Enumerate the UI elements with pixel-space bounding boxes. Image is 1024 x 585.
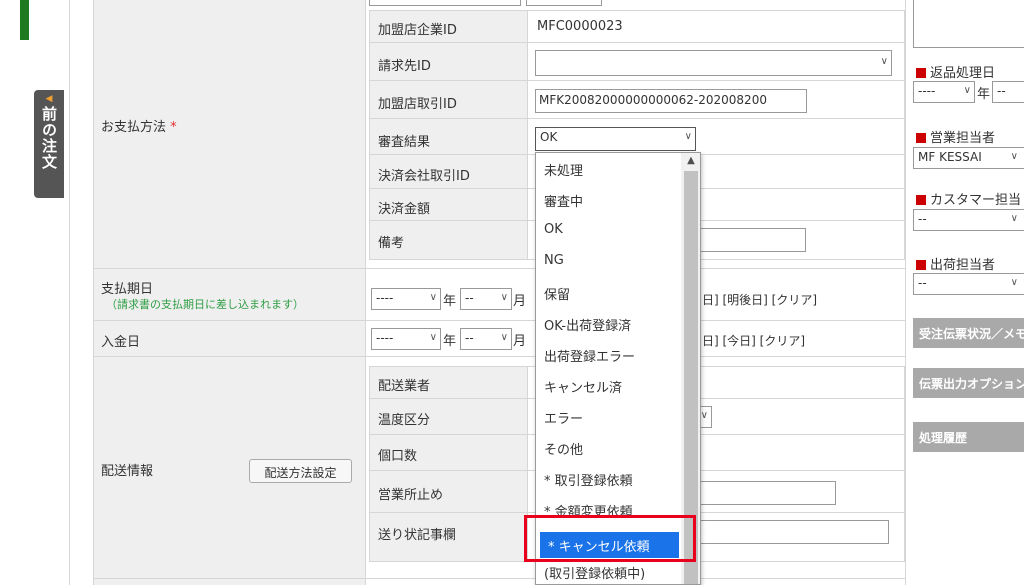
dropdown-option[interactable]: * 取引登録依頼 [536, 464, 681, 495]
order-status-button[interactable]: 受注伝票状況／メモ [913, 318, 1024, 348]
merchant-txn-id-label: 加盟店取引ID [378, 97, 457, 112]
chevron-down-icon: ∨ [500, 332, 508, 343]
billing-id-select[interactable]: ∨ [535, 50, 892, 76]
dropdown-option[interactable]: 出荷登録エラー [536, 340, 681, 371]
review-result-select[interactable]: OK ∨ [535, 127, 696, 151]
deposit-year-unit: 年 [443, 334, 457, 349]
sales-rep-label: 営業担当者 [916, 127, 995, 146]
shipping-method-button[interactable]: 配送方法設定 [249, 459, 352, 483]
chevron-down-icon: ∨ [880, 56, 888, 67]
right-panel-textarea[interactable] [913, 0, 1024, 48]
deposit-date-label: 入金日 [101, 335, 141, 350]
remarks-input[interactable] [700, 228, 806, 252]
deposit-date-links[interactable]: 日] [今日] [クリア] [702, 332, 805, 349]
dropdown-option[interactable]: OK [536, 216, 681, 247]
dropdown-option[interactable]: その他 [536, 433, 681, 464]
deposit-month-select[interactable]: -- ∨ [460, 328, 512, 350]
deposit-year-select[interactable]: ---- ∨ [371, 328, 441, 350]
scroll-up-icon[interactable]: ▲ [681, 153, 700, 169]
shipping-rep-label: 出荷担当者 [916, 254, 995, 273]
red-square-icon [916, 68, 926, 78]
customer-rep-select[interactable]: -- ∨ [913, 209, 1024, 231]
due-month-unit: 月 [513, 294, 527, 309]
due-date-note: （請求書の支払期日に差し込まれます） [106, 298, 304, 311]
red-square-icon [916, 195, 926, 205]
dropdown-option[interactable]: キャンセル済 [536, 371, 681, 402]
chevron-down-icon: ∨ [1010, 213, 1018, 224]
dropdown-option[interactable]: NG [536, 247, 681, 278]
due-date-label: 支払期日 [101, 282, 154, 297]
return-year-select[interactable]: ---- ∨ [913, 81, 975, 103]
billing-id-label: 請求先ID [378, 59, 431, 74]
merchant-txn-id-input[interactable]: MFK20082000000000062-202008200 [535, 89, 807, 113]
history-button[interactable]: 処理履歴 [913, 422, 1024, 452]
due-year-select[interactable]: ---- ∨ [371, 288, 441, 310]
red-square-icon [916, 133, 926, 143]
chevron-down-icon: ∨ [1010, 277, 1018, 288]
chevron-down-icon: ∨ [963, 85, 971, 96]
shipping-label: 配送情報 [101, 464, 154, 479]
dropdown-option[interactable]: 未処理 [536, 154, 681, 185]
payment-label: お支払方法 * [101, 120, 177, 135]
chevron-down-icon: ∨ [700, 410, 708, 421]
due-date-links[interactable]: 日] [明後日] [クリア] [702, 291, 817, 308]
sales-rep-select[interactable]: MF KESSAI ∨ [913, 147, 1024, 169]
settlement-txn-id-label: 決済会社取引ID [378, 169, 470, 184]
chevron-down-icon: ∨ [429, 332, 437, 343]
chevron-down-icon: ∨ [500, 292, 508, 303]
shipping-rep-select[interactable]: -- ∨ [913, 273, 1024, 295]
sidebar [0, 0, 70, 585]
red-square-icon [916, 260, 926, 270]
sidebar-accent-bar [20, 0, 29, 40]
carrier-label: 配送業者 [378, 379, 431, 394]
due-month-select[interactable]: -- ∨ [460, 288, 512, 310]
parcels-label: 個口数 [378, 449, 418, 464]
return-year-unit: 年 [977, 87, 991, 102]
review-result-label: 審査結果 [378, 135, 431, 150]
merchant-company-id-label: 加盟店企業ID [378, 23, 457, 38]
deposit-month-unit: 月 [513, 334, 527, 349]
return-month-select[interactable]: -- [992, 81, 1024, 103]
office-hold-label: 営業所止め [378, 488, 444, 503]
dropdown-option[interactable]: エラー [536, 402, 681, 433]
waybill-notes-label: 送り状記事欄 [378, 528, 457, 543]
temperature-label: 温度区分 [378, 413, 431, 428]
chevron-down-icon: ∨ [684, 131, 692, 142]
settlement-amount-label: 決済金額 [378, 202, 431, 217]
chevron-down-icon: ∨ [1010, 151, 1018, 162]
dropdown-option[interactable]: OK-出荷登録済 [536, 309, 681, 340]
highlight-annotation [524, 515, 696, 562]
merchant-company-id-value: MFC0000023 [537, 19, 623, 34]
dropdown-option[interactable]: 審査中 [536, 185, 681, 216]
slip-output-button[interactable]: 伝票出力オプション [913, 368, 1024, 398]
left-arrow-icon: ◀ [45, 94, 53, 104]
remarks-label: 備考 [378, 236, 405, 251]
prev-order-tab[interactable]: ◀ 前の注文 [34, 90, 64, 198]
customer-rep-label: カスタマー担当 [916, 189, 1021, 208]
dropdown-option[interactable]: 保留 [536, 278, 681, 309]
prev-order-label: 前の注文 [40, 106, 58, 170]
chevron-down-icon: ∨ [429, 292, 437, 303]
due-year-unit: 年 [443, 294, 457, 309]
return-date-label: 返品処理日 [916, 62, 995, 81]
